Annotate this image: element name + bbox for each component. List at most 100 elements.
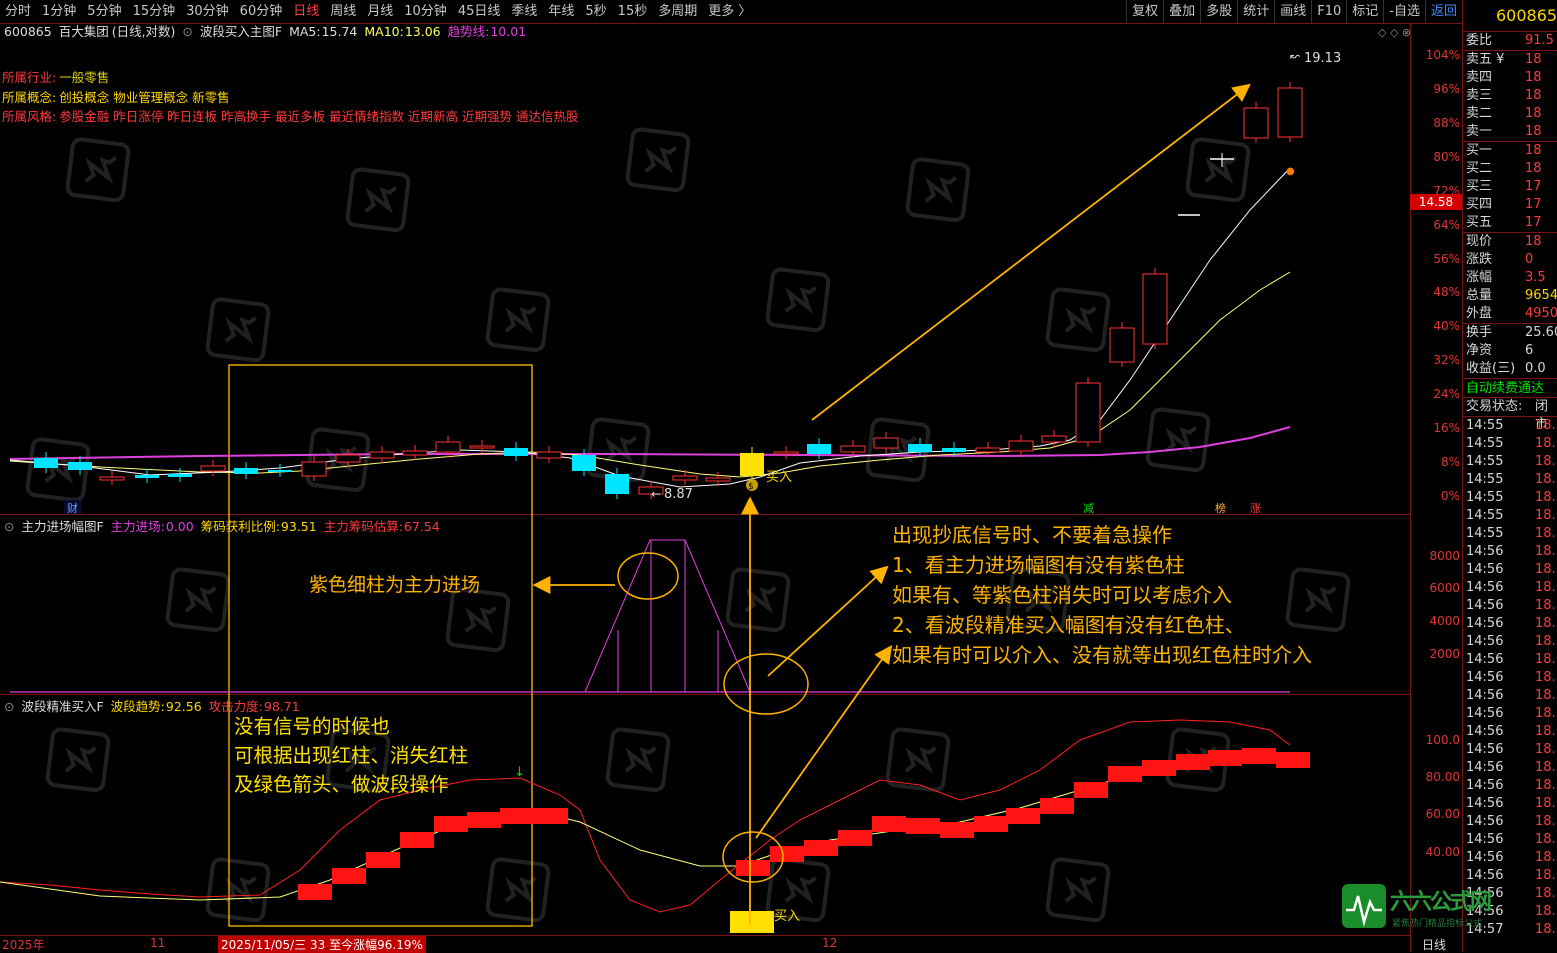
buys-row: 买五 17 <box>1463 214 1557 232</box>
watermark <box>605 727 671 793</box>
sells-row: 卖二 18 <box>1463 105 1557 123</box>
chart-canvas[interactable]: 19.13 ↜ 8.87 ← 买入 $ 财 减 榜 涨 ● ↓ 买入 <box>0 0 1410 935</box>
watermark <box>905 157 971 223</box>
panel3-bar <box>1108 766 1142 782</box>
stats2-label: 换手 <box>1466 325 1493 340</box>
candle-body <box>773 451 799 455</box>
axis-tick: 0% <box>1440 489 1460 503</box>
tick-time: 14:56 <box>1466 742 1504 757</box>
stats-label: 外盘 <box>1466 306 1493 321</box>
p2-highlight-circle <box>723 653 809 715</box>
panel3-bar <box>1242 748 1276 764</box>
tick-time: 14:56 <box>1466 562 1504 577</box>
candle-body <box>705 477 731 482</box>
tick-price: 18. <box>1535 670 1556 685</box>
bang-mark[interactable]: 榜 <box>1215 501 1226 515</box>
candle-body <box>942 448 966 452</box>
logo-subtext: 紧焦热门精品指标公式 <box>1392 919 1483 929</box>
stats-value: 3.5 <box>1525 270 1546 285</box>
tick-price: 18. <box>1535 814 1556 829</box>
panel3-bar <box>1176 754 1210 770</box>
tick-price: 18. <box>1535 490 1556 505</box>
sells-row: 卖三 18 <box>1463 87 1557 105</box>
month-11-label: 11 <box>150 936 166 950</box>
tick-price: 18. <box>1535 598 1556 613</box>
candle-body <box>807 444 831 454</box>
candle-body <box>99 476 125 481</box>
candle-body <box>68 462 92 470</box>
stats-row: 外盘 4950 <box>1463 305 1557 323</box>
buys-label: 买一 <box>1466 143 1493 158</box>
sells-row: 卖五 ¥ 18 <box>1463 51 1557 69</box>
tick-time: 14:55 <box>1466 508 1504 523</box>
stats-label: 涨跌 <box>1466 252 1493 267</box>
panel2-bars <box>617 540 719 692</box>
watermark <box>485 287 551 353</box>
buys-value: 17 <box>1525 215 1542 230</box>
panel3-bar <box>366 852 400 868</box>
tick-time: 14:56 <box>1466 724 1504 739</box>
tick-price: 18. <box>1535 904 1556 919</box>
sells-value: 18 <box>1525 88 1542 103</box>
annotation-left-line: 可根据出现红柱、消失红柱 <box>234 744 469 767</box>
stats2-value: 6 <box>1525 343 1534 358</box>
buy-signal-bar <box>730 911 774 933</box>
axis-tick: 32% <box>1433 353 1460 368</box>
annotation-purple: 紫色细柱为主力进场 <box>309 574 481 596</box>
tick-row: 14:56 18. <box>1463 741 1557 759</box>
tick-time: 14:56 <box>1466 634 1504 649</box>
tick-row: 14:56 18. <box>1463 759 1557 777</box>
panel2-area-line <box>584 539 751 693</box>
candle-body <box>469 445 495 449</box>
tick-list: 14:55 18. 14:55 18. 14:55 18. 14:55 18. 14:55 18.… <box>1463 417 1557 939</box>
watermark <box>765 267 831 333</box>
tick-row: 14:56 18. <box>1463 687 1557 705</box>
candle-body <box>435 441 461 453</box>
jian-mark[interactable]: 减 <box>1083 502 1094 515</box>
fin-mark[interactable]: 财 <box>67 501 78 515</box>
candle-body <box>402 450 428 456</box>
tick-time: 14:56 <box>1466 760 1504 775</box>
panel3-bar <box>974 816 1008 832</box>
axis-tick: 56% <box>1433 251 1460 266</box>
buys-label: 买三 <box>1466 179 1493 194</box>
quote-panel: 600865 委比 91.5 卖五 ¥ 18 卖四 18 卖三 18 卖二 18 卖一 18 买一 1… <box>1462 0 1557 952</box>
stats-row: 现价 18 <box>1463 233 1557 251</box>
tick-time: 14:56 <box>1466 850 1504 865</box>
tick-time: 14:56 <box>1466 778 1504 793</box>
tick-price: 18. <box>1535 652 1556 667</box>
annotation-right-line: 如果有、等紫色柱消失时可以考虑介入 <box>892 583 1232 607</box>
annotation-left-line: 及绿色箭头、做波段操作 <box>234 773 449 796</box>
axis-tick: 80% <box>1433 149 1460 164</box>
panel3-bar <box>1074 782 1108 798</box>
trend-arrow <box>811 83 1251 421</box>
tick-price: 18. <box>1535 508 1556 523</box>
candle-body <box>34 458 58 468</box>
candle-body <box>135 475 159 478</box>
sells-value: 18 <box>1525 52 1542 67</box>
buys-value: 17 <box>1525 197 1542 212</box>
candle-body <box>301 461 327 477</box>
stats-row: 总量 9654 <box>1463 287 1557 305</box>
sells-label: 卖三 <box>1466 88 1493 103</box>
ma10-line <box>9 271 1291 478</box>
buys-value: 18 <box>1525 161 1542 176</box>
tick-price: 18. <box>1535 688 1556 703</box>
tick-price: 18. <box>1535 436 1556 451</box>
axis-tick: 88% <box>1433 115 1460 130</box>
tool-8[interactable]: 返回 <box>1424 0 1462 24</box>
panel3-bar <box>736 860 770 876</box>
tick-time: 14:56 <box>1466 652 1504 667</box>
zhang-mark[interactable]: 涨 <box>1250 502 1261 515</box>
candle-body <box>504 448 528 456</box>
purple-highlight-circle <box>617 552 679 600</box>
tick-price: 18. <box>1535 472 1556 487</box>
fee-banner[interactable]: 自动续费通达 <box>1463 378 1557 398</box>
buys-row: 买四 17 <box>1463 196 1557 214</box>
watermark <box>725 567 791 633</box>
buys-value: 18 <box>1525 143 1542 158</box>
high-label: 19.13 <box>1304 51 1341 66</box>
tick-price: 18. <box>1535 526 1556 541</box>
tick-row: 14:56 18. <box>1463 849 1557 867</box>
low-label: 8.87 <box>664 487 693 502</box>
